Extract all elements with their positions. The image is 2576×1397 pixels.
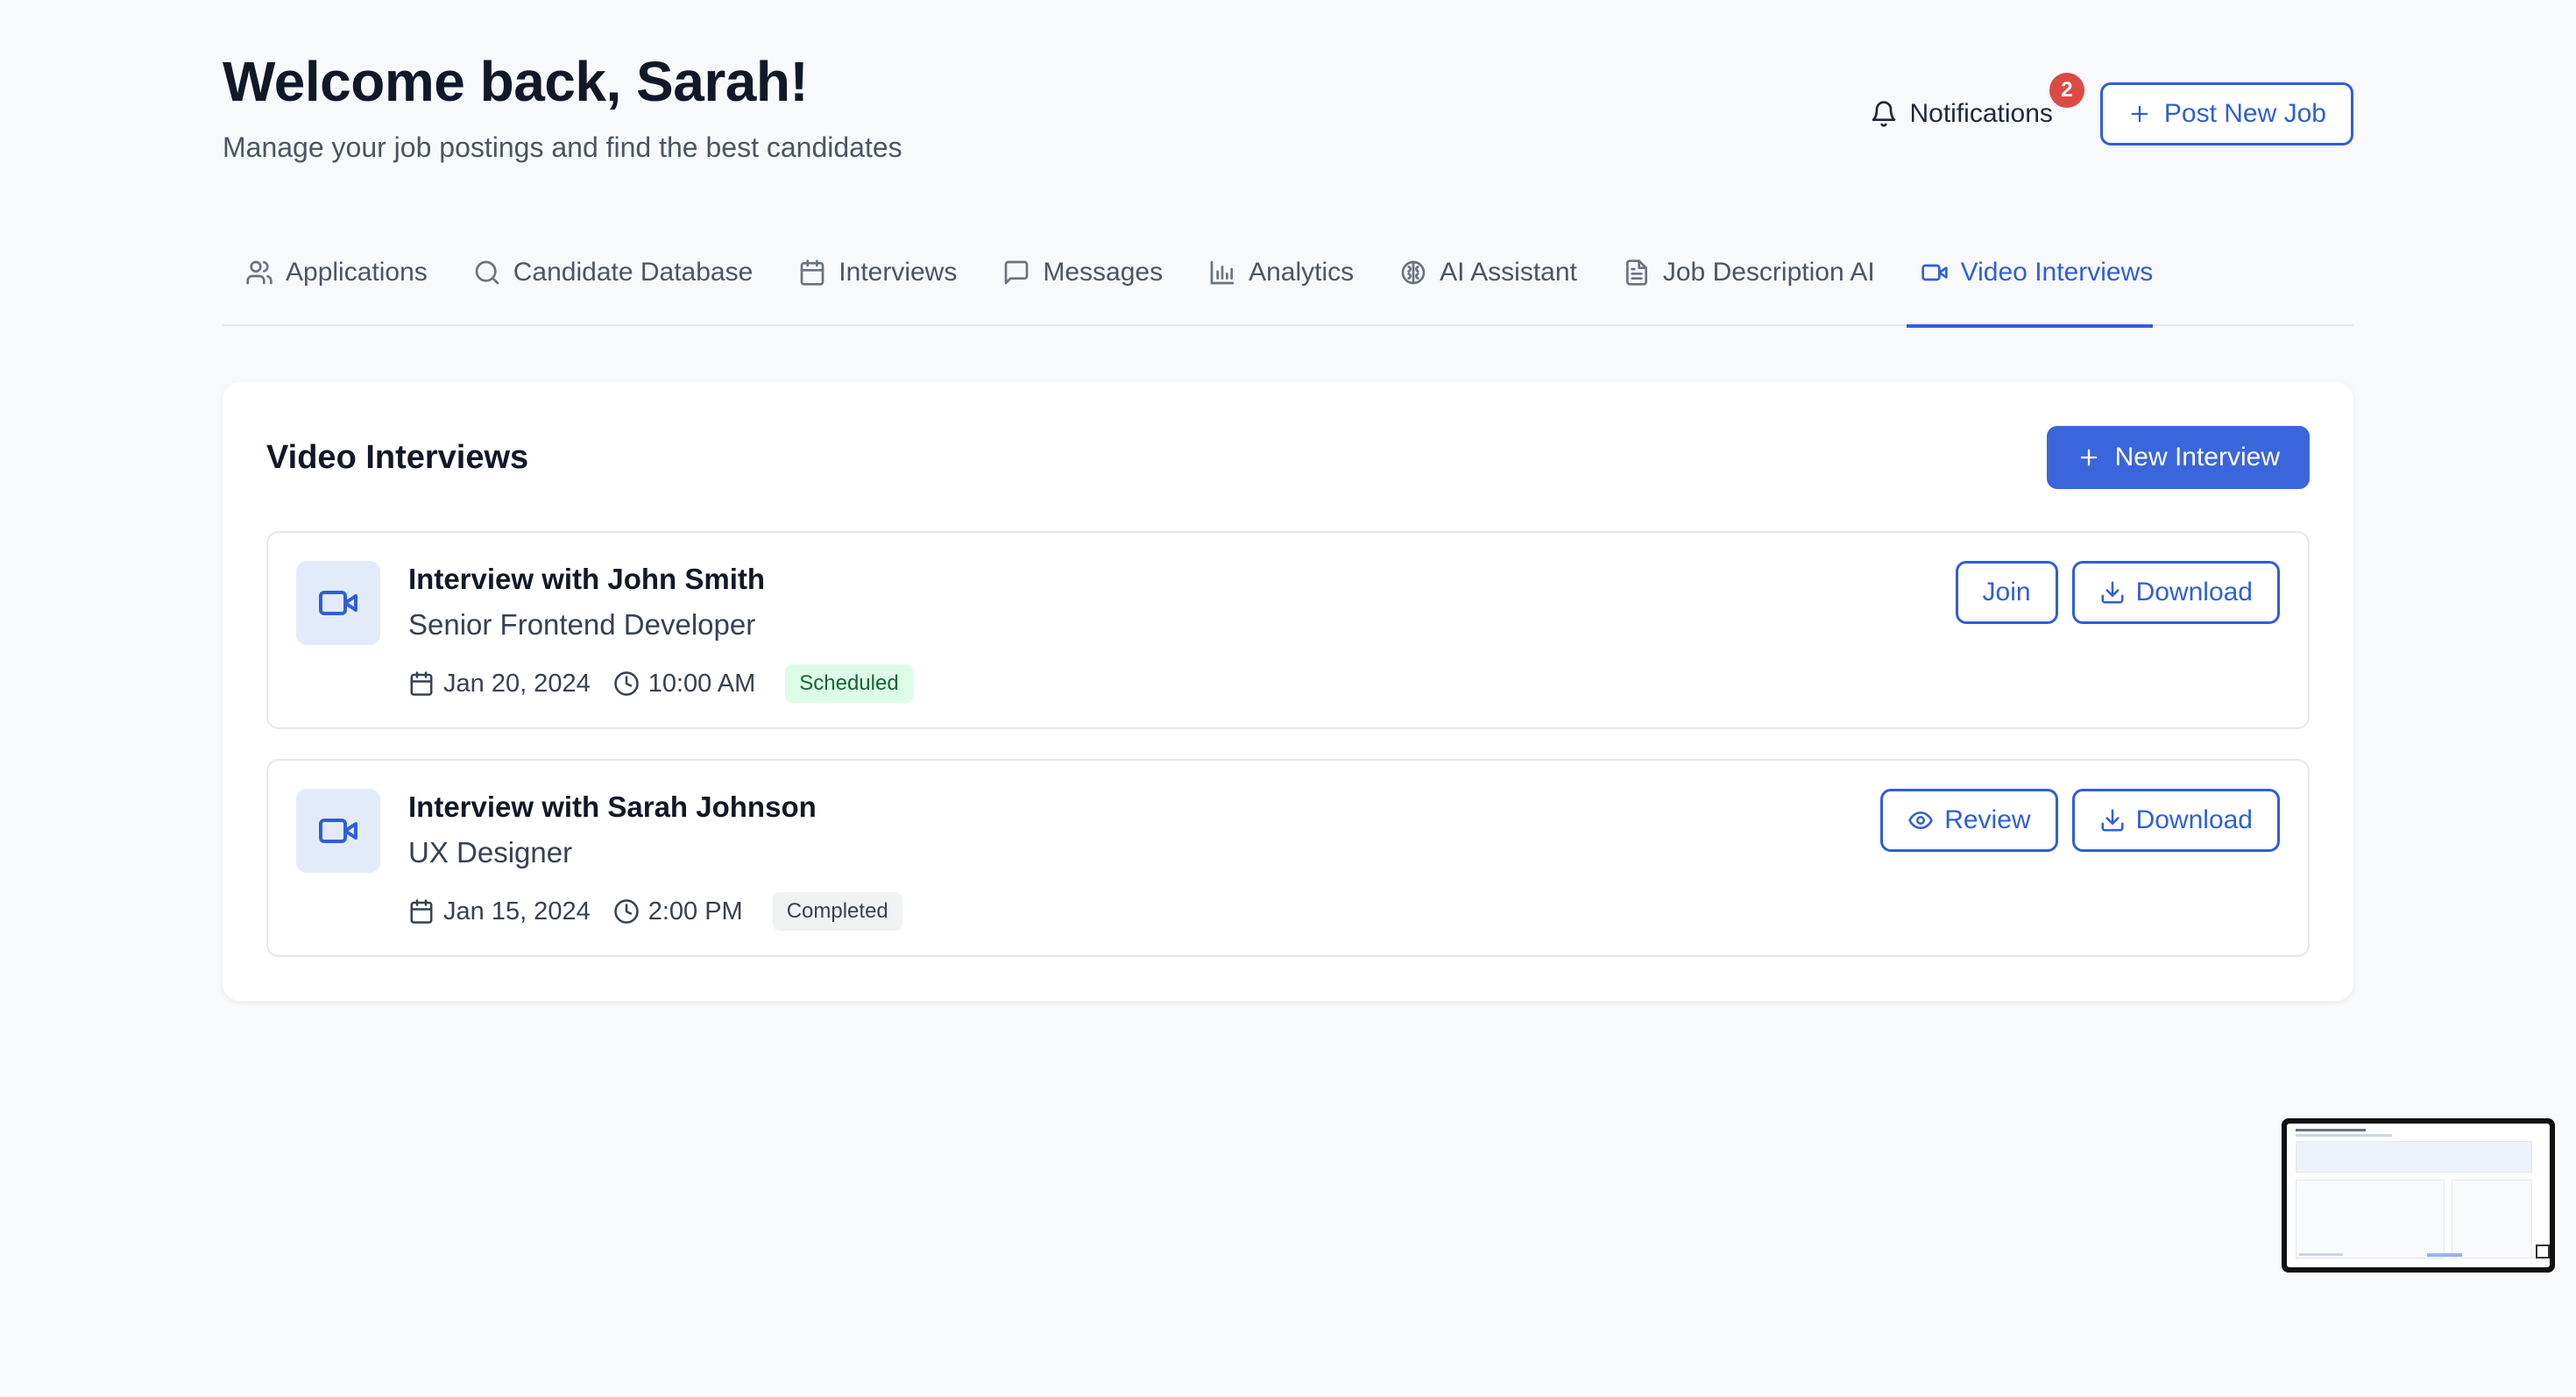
page-header: Welcome back, Sarah! Manage your job pos… [223, 51, 2353, 164]
review-button[interactable]: Review [1880, 789, 2058, 852]
download-button[interactable]: Download [2071, 561, 2280, 624]
download-button[interactable]: Download [2071, 789, 2280, 852]
video-interviews-card: Video Interviews New Interview Interview… [223, 382, 2353, 1001]
tab-candidate-database[interactable]: Candidate Database [450, 245, 776, 326]
tab-label: Analytics [1249, 258, 1355, 287]
new-interview-label: New Interview [2114, 443, 2280, 472]
preview-line [2296, 1129, 2366, 1131]
calendar-icon [410, 899, 433, 924]
preview-content [2287, 1124, 2550, 1267]
interview-thumbnail [296, 789, 380, 873]
search-icon [475, 260, 499, 285]
interview-date-text: Jan 20, 2024 [443, 669, 591, 698]
bar-chart-icon [1210, 260, 1235, 285]
notification-count-badge: 2 [2049, 73, 2084, 108]
tab-job-description-ai[interactable]: Job Description AI [1600, 245, 1898, 326]
bell-icon [1872, 101, 1895, 127]
card-title: Video Interviews [266, 438, 529, 476]
video-icon [319, 591, 357, 615]
interview-title: Interview with Sarah Johnson [408, 791, 817, 823]
calendar-icon [410, 671, 433, 696]
interview-time-text: 2:00 PM [648, 897, 743, 925]
interview-meta: Jan 15, 2024 2:00 PM Completed [408, 892, 902, 931]
tab-analytics[interactable]: Analytics [1185, 245, 1376, 326]
preview-box [2296, 1180, 2445, 1259]
clock-icon [613, 899, 639, 924]
preview-box [2296, 1141, 2532, 1173]
interview-title: Interview with John Smith [408, 563, 766, 595]
tab-applications[interactable]: Applications [223, 245, 450, 326]
tab-label: Video Interviews [1960, 258, 2154, 287]
interview-details: Interview with John Smith Senior Fronten… [408, 563, 913, 703]
document-icon [1625, 259, 1647, 286]
main-tabs: Applications Candidate Database Intervie… [223, 245, 2353, 328]
interview-item: Interview with John Smith Senior Fronten… [266, 531, 2310, 729]
eye-icon [1908, 812, 1933, 829]
interview-date: Jan 20, 2024 [408, 670, 591, 698]
download-icon [2101, 809, 2124, 832]
interview-meta: Jan 20, 2024 10:00 AM Scheduled [408, 664, 913, 703]
video-icon [319, 819, 357, 843]
tab-label: AI Assistant [1440, 258, 1577, 287]
download-icon [2101, 581, 2124, 604]
tab-video-interviews[interactable]: Video Interviews [1898, 245, 2154, 328]
preview-box [2452, 1180, 2532, 1259]
interview-date-text: Jan 15, 2024 [443, 897, 591, 925]
status-badge: Scheduled [785, 664, 913, 703]
interview-date: Jan 15, 2024 [408, 897, 591, 926]
interview-time: 10:00 AM [613, 669, 756, 698]
screen-preview-thumbnail[interactable] [2282, 1118, 2555, 1273]
interview-details: Interview with Sarah Johnson UX Designer… [408, 791, 902, 931]
brain-icon [1401, 260, 1426, 285]
review-label: Review [1944, 805, 2031, 834]
video-icon [1921, 264, 1948, 281]
plus-icon [2131, 105, 2148, 123]
interview-time: 2:00 PM [613, 897, 743, 926]
notifications-button[interactable]: Notifications 2 [1870, 73, 2084, 129]
card-header: Video Interviews New Interview [266, 426, 2310, 489]
tab-label: Job Description AI [1662, 258, 1875, 287]
preview-line [2427, 1253, 2462, 1257]
tab-label: Messages [1043, 258, 1164, 287]
page: Welcome back, Sarah! Manage your job pos… [0, 0, 2576, 1397]
interview-item: Interview with Sarah Johnson UX Designer… [266, 759, 2310, 957]
calendar-icon [800, 259, 824, 286]
new-interview-button[interactable]: New Interview [2046, 426, 2310, 489]
tab-interviews[interactable]: Interviews [775, 245, 980, 326]
plus-icon [2080, 449, 2097, 466]
join-label: Join [1982, 578, 2031, 606]
header-text: Welcome back, Sarah! Manage your job pos… [223, 51, 902, 164]
interview-actions: Join Download [1955, 561, 2280, 624]
interview-role: UX Designer [408, 836, 573, 869]
interview-time-text: 10:00 AM [648, 669, 756, 698]
status-badge: Completed [772, 892, 902, 931]
message-icon [1005, 260, 1029, 285]
interview-role: Senior Frontend Developer [408, 608, 756, 641]
download-label: Download [2135, 578, 2253, 606]
page-title: Welcome back, Sarah! [223, 50, 809, 113]
post-new-job-label: Post New Job [2163, 99, 2326, 128]
tab-label: Interviews [839, 258, 958, 287]
tab-label: Candidate Database [513, 258, 754, 287]
preview-line [2299, 1253, 2343, 1256]
page-subtitle: Manage your job postings and find the be… [223, 131, 902, 164]
post-new-job-button[interactable]: Post New Job [2099, 82, 2353, 145]
tab-label: Applications [286, 258, 428, 287]
clock-icon [613, 671, 639, 696]
join-button[interactable]: Join [1955, 561, 2058, 624]
interview-actions: Review Download [1880, 789, 2280, 852]
preview-resize-handle[interactable] [2536, 1245, 2550, 1259]
download-label: Download [2135, 805, 2253, 834]
interview-thumbnail [296, 561, 380, 645]
header-actions: Notifications 2 Post New Job [1870, 73, 2353, 145]
notifications-label: Notifications [1909, 99, 2053, 128]
tab-ai-assistant[interactable]: AI Assistant [1376, 245, 1600, 326]
tab-messages[interactable]: Messages [980, 245, 1185, 326]
preview-line [2296, 1134, 2392, 1137]
users-icon [246, 260, 272, 285]
